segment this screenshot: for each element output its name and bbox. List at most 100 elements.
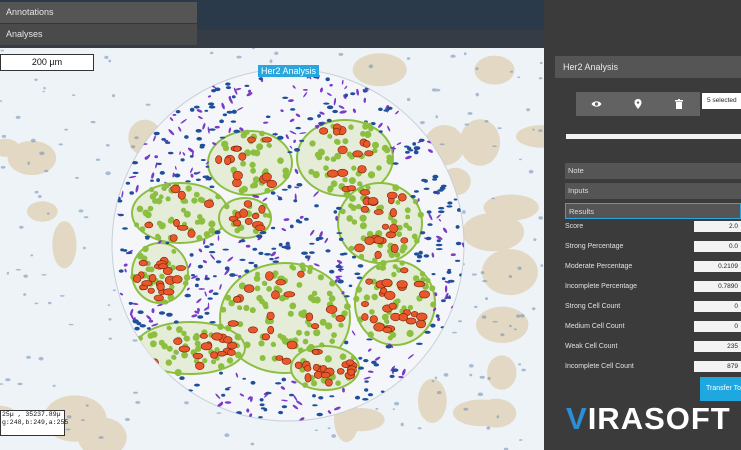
background-nucleus	[52, 384, 56, 387]
weak-cell	[181, 351, 189, 359]
negative-nucleus	[231, 109, 237, 114]
background-nucleus	[528, 169, 534, 174]
result-row-medium-cell-count: Medium Cell Count 0	[565, 321, 741, 333]
negative-nucleus	[199, 143, 206, 147]
eye-icon[interactable]	[576, 92, 617, 116]
positive-cell	[255, 224, 266, 232]
negative-nucleus	[213, 275, 217, 278]
transfer-button[interactable]: Transfer To	[700, 377, 741, 401]
background-nucleus	[450, 54, 456, 58]
positive-cell	[327, 169, 339, 178]
positive-cell	[232, 170, 243, 181]
weak-cell	[182, 280, 189, 286]
weak-cell	[392, 184, 400, 192]
weak-cell	[234, 333, 242, 341]
weak-cell	[298, 347, 304, 354]
background-nucleus	[513, 328, 517, 331]
negative-nucleus	[204, 109, 209, 112]
negative-nucleus	[337, 268, 344, 271]
background-nucleus	[27, 161, 30, 165]
positive-cell	[361, 313, 369, 321]
positive-cell	[258, 204, 266, 214]
negative-nucleus	[196, 137, 202, 141]
background-nucleus	[462, 210, 466, 214]
negative-nucleus	[175, 110, 181, 114]
negative-nucleus	[413, 150, 419, 155]
weak-cell	[198, 217, 206, 225]
weak-cell	[296, 282, 303, 288]
weak-cell	[191, 197, 198, 204]
weak-cell	[383, 146, 391, 154]
selection-dropdown[interactable]: 5 selected	[702, 93, 741, 109]
weak-cell	[181, 330, 187, 337]
negative-nucleus	[193, 172, 198, 175]
background-nucleus	[17, 382, 23, 386]
positive-cell	[156, 282, 165, 291]
weak-cell	[350, 355, 356, 361]
negative-nucleus	[277, 196, 283, 201]
slide-viewer[interactable]: 8 200 µm Her	[0, 0, 544, 450]
weak-cell	[299, 262, 306, 269]
note-section[interactable]: Note	[565, 163, 741, 179]
pin-icon[interactable]	[617, 92, 658, 116]
weak-cell	[291, 265, 297, 271]
negative-nucleus	[184, 293, 191, 298]
background-nucleus	[134, 136, 139, 140]
negative-nucleus	[191, 274, 195, 277]
result-label: Strong Cell Count	[565, 303, 621, 310]
weak-cell	[136, 205, 144, 213]
weak-cell	[425, 277, 431, 284]
negative-nucleus	[244, 269, 250, 273]
weak-cell	[348, 245, 354, 251]
background-gland	[474, 55, 515, 85]
weak-cell	[171, 354, 177, 360]
negative-nucleus	[439, 186, 446, 191]
background-nucleus	[436, 391, 442, 395]
negative-nucleus	[344, 93, 349, 98]
background-nucleus	[486, 426, 491, 430]
result-label: Incomplete Cell Count	[565, 363, 634, 370]
positive-cell	[297, 270, 305, 278]
negative-nucleus	[219, 136, 226, 139]
background-nucleus	[419, 121, 425, 125]
weak-cell	[391, 271, 397, 278]
weak-cell	[420, 276, 426, 282]
analysis-button-group	[576, 92, 700, 116]
positive-cell	[294, 361, 303, 369]
background-nucleus	[15, 115, 21, 119]
negative-nucleus	[161, 138, 166, 141]
weak-cell	[159, 273, 165, 279]
positive-cell	[419, 290, 430, 299]
weak-cell	[328, 295, 336, 302]
negative-nucleus	[307, 117, 314, 121]
negative-nucleus	[270, 226, 276, 230]
weak-cell	[329, 280, 336, 287]
analyses-header[interactable]: Analyses	[0, 24, 197, 45]
negative-nucleus	[204, 311, 210, 315]
results-section[interactable]: Results	[565, 203, 741, 219]
positive-cell	[304, 373, 312, 383]
negative-nucleus	[432, 174, 439, 179]
inputs-section[interactable]: Inputs	[565, 183, 741, 199]
background-nucleus	[487, 376, 491, 381]
trash-icon[interactable]	[659, 92, 700, 116]
weak-cell	[419, 271, 426, 277]
weak-cell	[404, 207, 411, 214]
weak-cell	[280, 334, 287, 342]
positive-cell	[261, 136, 272, 143]
analysis-item[interactable]: Her2 Analysis	[555, 56, 741, 78]
background-nucleus	[250, 442, 255, 446]
annotations-header[interactable]: Annotations	[0, 2, 197, 23]
positive-cell	[177, 224, 189, 231]
analysis-region-label[interactable]: Her2 Analysis	[258, 65, 320, 77]
result-value: 0	[694, 321, 741, 332]
negative-nucleus	[385, 344, 392, 349]
negative-nucleus	[265, 391, 272, 395]
background-nucleus	[98, 436, 104, 439]
negative-nucleus	[271, 247, 277, 250]
negative-nucleus	[431, 273, 436, 276]
negative-nucleus	[195, 129, 202, 133]
background-nucleus	[500, 333, 505, 337]
tissue-image[interactable]	[0, 48, 544, 450]
positive-cell	[415, 319, 426, 329]
